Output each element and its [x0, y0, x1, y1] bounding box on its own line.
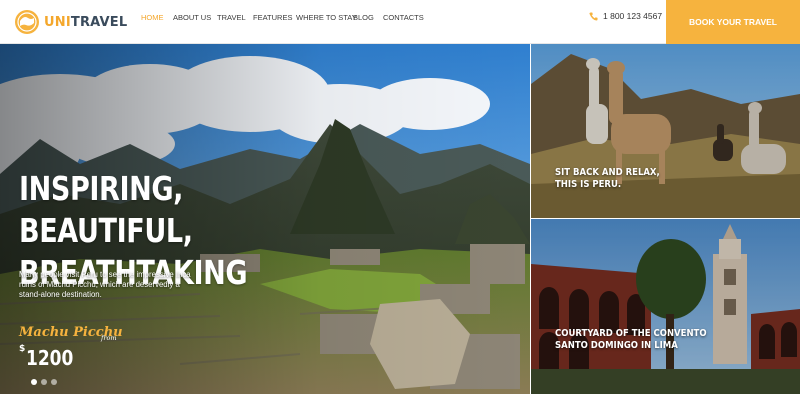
- book-your-travel-button[interactable]: BOOK YOUR TRAVEL: [666, 0, 800, 44]
- logo-travel-text: TRAVEL: [70, 14, 128, 30]
- hero-slider: INSPIRING, BEAUTIFUL, BREATHTAKING Many …: [0, 44, 530, 394]
- tile-image-convento: [531, 219, 800, 394]
- nav-item-home[interactable]: HOME: [141, 13, 164, 22]
- tile-convento-caption-line-1: COURTYARD OF THE CONVENTO: [555, 328, 707, 339]
- slider-dot-3[interactable]: [51, 379, 57, 385]
- tile-llamas[interactable]: SIT BACK AND RELAX, THIS IS PERU.: [531, 44, 800, 218]
- hero-title-line-1: INSPIRING, BEAUTIFUL,: [19, 169, 193, 250]
- hero-description: Many people visit Peru to see the impres…: [19, 270, 191, 299]
- phone-contact[interactable]: 1 800 123 4567: [589, 11, 662, 21]
- slider-pagination: [31, 379, 61, 385]
- logo[interactable]: UNITRAVEL: [14, 6, 127, 38]
- tile-convento[interactable]: COURTYARD OF THE CONVENTO SANTO DOMINGO …: [531, 219, 800, 394]
- slider-dot-1[interactable]: [31, 379, 37, 385]
- tile-llamas-caption: SIT BACK AND RELAX, THIS IS PERU.: [555, 167, 660, 191]
- nav-item-features[interactable]: FEATURES: [253, 13, 292, 22]
- site-header: UNITRAVEL HOME ABOUT US TRAVEL FEATURES …: [0, 0, 800, 44]
- tile-image-llamas: [531, 44, 800, 218]
- slider-dot-2[interactable]: [41, 379, 47, 385]
- tile-convento-caption-line-2: SANTO DOMINGO IN LIMA: [555, 340, 678, 351]
- tile-llamas-caption-line-1: SIT BACK AND RELAX,: [555, 167, 660, 178]
- logo-uni-text: UNI: [44, 14, 71, 30]
- hero-price: 1200: [26, 346, 74, 370]
- nav-item-where-to-stay[interactable]: WHERE TO STAY: [296, 13, 357, 22]
- hero-from-label: from: [101, 334, 117, 342]
- nav-item-about-us[interactable]: ABOUT US: [173, 13, 211, 22]
- phone-icon: [589, 11, 598, 21]
- tile-llamas-caption-line-2: THIS IS PERU.: [555, 179, 622, 190]
- nav-item-blog[interactable]: BLOG: [353, 13, 374, 22]
- nav-item-travel[interactable]: TRAVEL: [217, 13, 246, 22]
- nav-item-contacts[interactable]: CONTACTS: [383, 13, 424, 22]
- phone-number: 1 800 123 4567: [603, 11, 663, 21]
- logo-globe-icon: [15, 10, 39, 34]
- tile-convento-caption: COURTYARD OF THE CONVENTO SANTO DOMINGO …: [555, 328, 707, 352]
- hero-price-currency: $: [19, 344, 26, 354]
